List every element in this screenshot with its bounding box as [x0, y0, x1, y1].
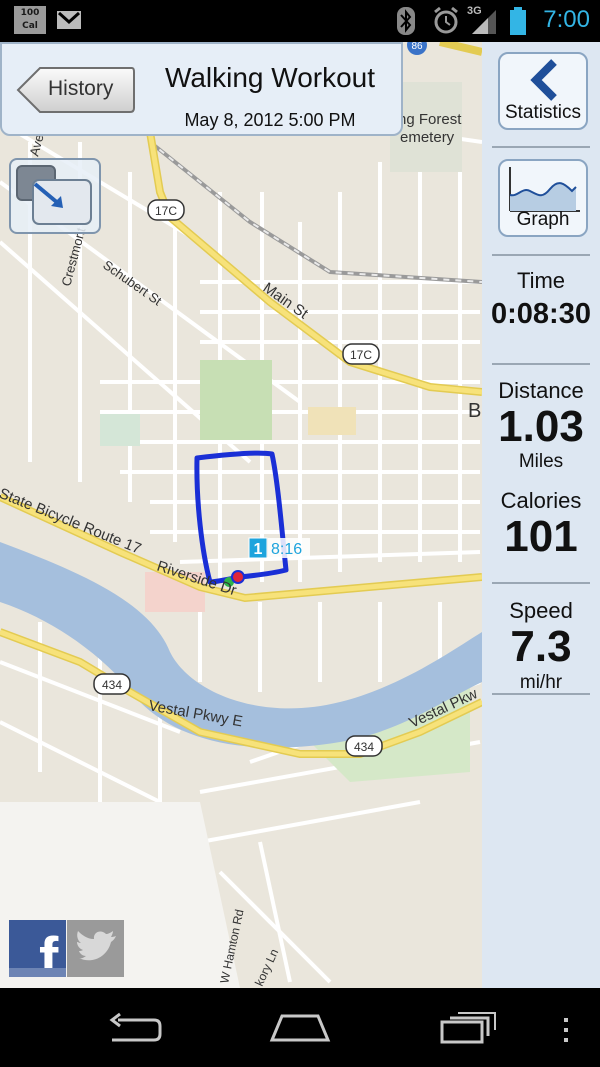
bicycle-route-label: State Bicycle Route 17	[0, 485, 144, 558]
alarm-icon	[434, 6, 458, 34]
bluetooth-icon	[397, 7, 415, 35]
divider	[492, 363, 590, 365]
ave-label: Ave	[26, 132, 46, 157]
history-label: History	[48, 77, 114, 100]
cemetery-label: emetery	[400, 129, 455, 146]
calories-value: 101	[504, 512, 578, 561]
workout-date: May 8, 2012 5:00 PM	[184, 110, 356, 130]
schubert-label: Schubert St	[100, 257, 165, 308]
calorie-badge-top: 100	[20, 8, 40, 18]
road-17c-label: 17C	[350, 348, 372, 362]
statistics-label: Statistics	[504, 102, 582, 123]
road-434-label: 434	[102, 678, 122, 692]
lap-time: 8:16	[271, 541, 302, 558]
town-label: B	[468, 400, 481, 422]
twitter-share-button[interactable]	[67, 920, 124, 977]
time-label: Time	[516, 268, 566, 293]
divider	[492, 693, 590, 695]
lap-number: 1	[254, 541, 263, 558]
divider	[492, 146, 590, 148]
divider	[492, 254, 590, 256]
road-17c-label: 17C	[155, 204, 177, 218]
navigation-bar	[0, 988, 600, 1067]
signal-icon	[472, 10, 496, 34]
stats-panel: Statistics Graph Time 0:08:30 Distance 1…	[482, 42, 600, 988]
map-toggle-button[interactable]	[9, 158, 101, 234]
map-toggle-icon	[16, 165, 92, 225]
road-434-label: 434	[354, 740, 374, 754]
lap-marker[interactable]: 1 8:16	[248, 537, 310, 559]
statistics-button[interactable]: Statistics	[498, 52, 588, 130]
park-area	[200, 360, 272, 440]
calorie-badge-bottom: Cal	[22, 21, 38, 31]
workout-header: History Walking Workout May 8, 2012 5:00…	[0, 42, 403, 136]
recent-apps-icon[interactable]	[438, 1010, 500, 1046]
green-area	[100, 414, 140, 446]
graph-label: Graph	[516, 209, 570, 230]
time-value: 0:08:30	[491, 298, 591, 330]
speed-label: Speed	[509, 598, 573, 623]
divider	[492, 582, 590, 584]
speed-unit: mi/hr	[519, 672, 563, 693]
gmail-icon	[57, 11, 81, 29]
school-area	[308, 407, 356, 435]
graph-button[interactable]: Graph	[498, 159, 588, 237]
home-nav-icon[interactable]	[268, 1012, 332, 1044]
calorie-badge-icon: 100 Cal	[14, 6, 46, 34]
distance-unit: Miles	[518, 451, 564, 472]
calories-label: Calories	[500, 488, 582, 513]
distance-value: 1.03	[498, 402, 584, 451]
clock: 7:00	[543, 6, 590, 33]
battery-icon	[510, 7, 526, 35]
status-bar: 100 Cal 3G 7:00	[0, 0, 600, 42]
history-back-button[interactable]: History	[16, 66, 136, 113]
overflow-menu-icon[interactable]	[560, 1016, 572, 1044]
chevron-left-icon	[530, 59, 557, 101]
kory-label: kory Ln	[252, 947, 281, 988]
facebook-share-button[interactable]: f	[9, 920, 66, 977]
facebook-icon: f	[9, 920, 66, 977]
workout-title: Walking Workout	[164, 62, 376, 93]
back-nav-icon[interactable]	[104, 1012, 164, 1046]
map-view[interactable]: 17C 17C 434 434 86 ng Forest emetery Cre…	[0, 42, 482, 988]
distance-label: Distance	[498, 378, 584, 403]
twitter-icon	[67, 920, 124, 977]
graph-icon	[509, 167, 580, 212]
route-86-label: 86	[411, 42, 423, 52]
cemetery-label: ng Forest	[398, 111, 462, 128]
speed-value: 7.3	[510, 622, 572, 671]
